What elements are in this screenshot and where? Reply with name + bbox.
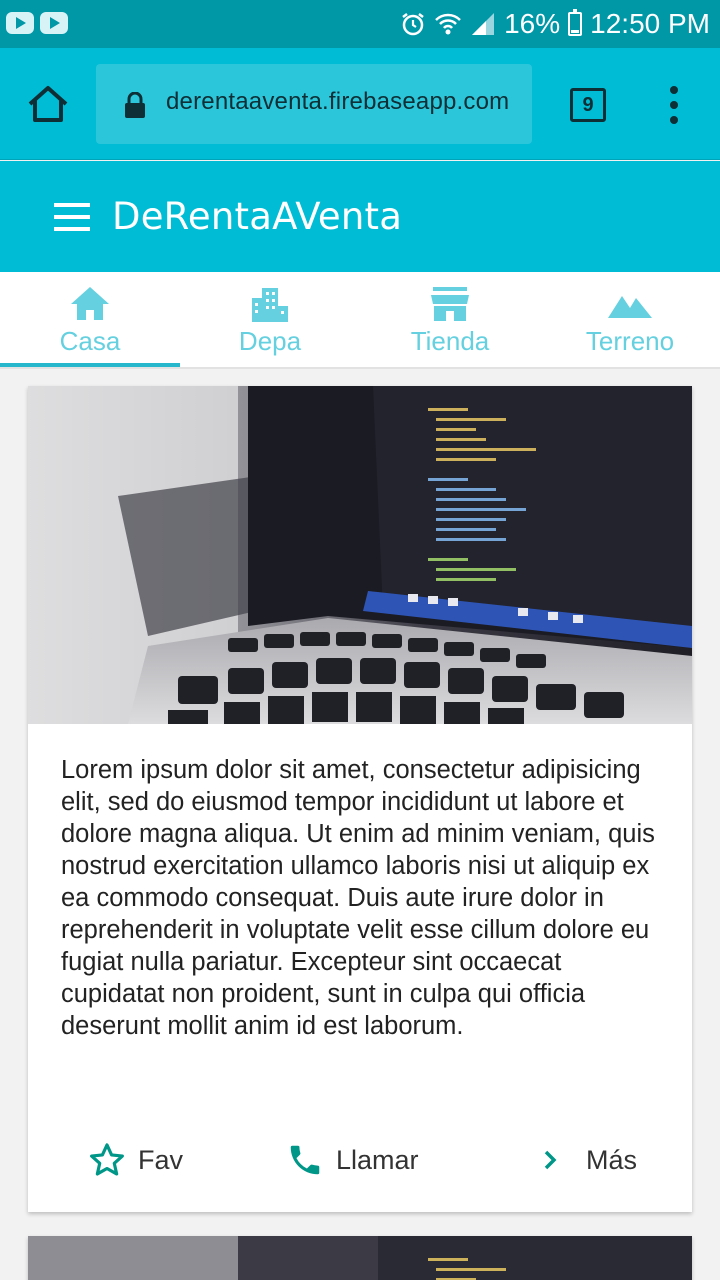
more-label: Más bbox=[586, 1144, 638, 1175]
battery-percentage: 16% bbox=[504, 8, 561, 39]
clock: 12:50 PM bbox=[590, 8, 710, 39]
card-description: Lorem ipsum dolor sit amet, consectetur … bbox=[61, 756, 655, 1040]
tab-terreno[interactable]: Terreno bbox=[540, 272, 720, 367]
fav-label: Fav bbox=[138, 1144, 184, 1175]
tab-tienda[interactable]: Tienda bbox=[360, 272, 540, 367]
tab-label: Terreno bbox=[585, 326, 675, 356]
category-tabs: Casa Depa Tienda Terreno bbox=[0, 272, 720, 369]
url-text: derentaaventa.firebaseapp.com bbox=[166, 88, 510, 115]
tab-selected-indicator bbox=[0, 363, 180, 367]
tab-switcher-button[interactable]: 9 bbox=[570, 88, 606, 122]
app-bar: DeRentaAVenta bbox=[0, 161, 720, 272]
status-bar: 16% 12:50 PM bbox=[0, 0, 720, 48]
home-outline-icon bbox=[28, 86, 68, 122]
alarm-icon bbox=[400, 11, 426, 37]
hamburger-menu-icon[interactable] bbox=[54, 203, 90, 231]
laptop-code-photo bbox=[28, 386, 692, 724]
card-actions: Fav Llamar Más bbox=[28, 1136, 692, 1184]
star-outline-icon bbox=[90, 1143, 124, 1176]
overflow-menu-button[interactable] bbox=[664, 86, 684, 126]
home-button[interactable] bbox=[26, 84, 70, 124]
store-icon bbox=[431, 287, 469, 321]
tab-casa[interactable]: Casa bbox=[0, 272, 180, 367]
city-icon bbox=[252, 288, 288, 322]
youtube-notification-icon bbox=[6, 12, 34, 34]
more-button[interactable]: Más bbox=[534, 1136, 637, 1184]
home-icon bbox=[71, 287, 109, 320]
lock-icon bbox=[125, 92, 145, 118]
battery-icon bbox=[568, 9, 583, 36]
address-bar[interactable]: derentaaventa.firebaseapp.com bbox=[96, 64, 532, 144]
tab-depa[interactable]: Depa bbox=[180, 272, 360, 367]
app-title: DeRentaAVenta bbox=[112, 195, 403, 238]
listing-card: Lorem ipsum dolor sit amet, consectetur … bbox=[28, 386, 692, 1212]
terrain-icon bbox=[608, 296, 652, 318]
chevron-right-icon bbox=[544, 1150, 557, 1170]
tab-label: Depa bbox=[238, 326, 302, 356]
phone-icon bbox=[290, 1145, 320, 1175]
wifi-icon bbox=[434, 11, 462, 37]
call-button[interactable]: Llamar bbox=[286, 1136, 419, 1184]
fav-button[interactable]: Fav bbox=[88, 1136, 183, 1184]
listing-card bbox=[28, 1236, 692, 1280]
call-label: Llamar bbox=[336, 1144, 419, 1175]
tab-label: Casa bbox=[59, 326, 121, 356]
youtube-notification-icon bbox=[40, 12, 68, 34]
browser-toolbar: derentaaventa.firebaseapp.com 9 bbox=[0, 48, 720, 160]
signal-icon bbox=[470, 11, 496, 37]
laptop-code-photo bbox=[28, 1236, 692, 1280]
tab-label: Tienda bbox=[410, 326, 490, 356]
